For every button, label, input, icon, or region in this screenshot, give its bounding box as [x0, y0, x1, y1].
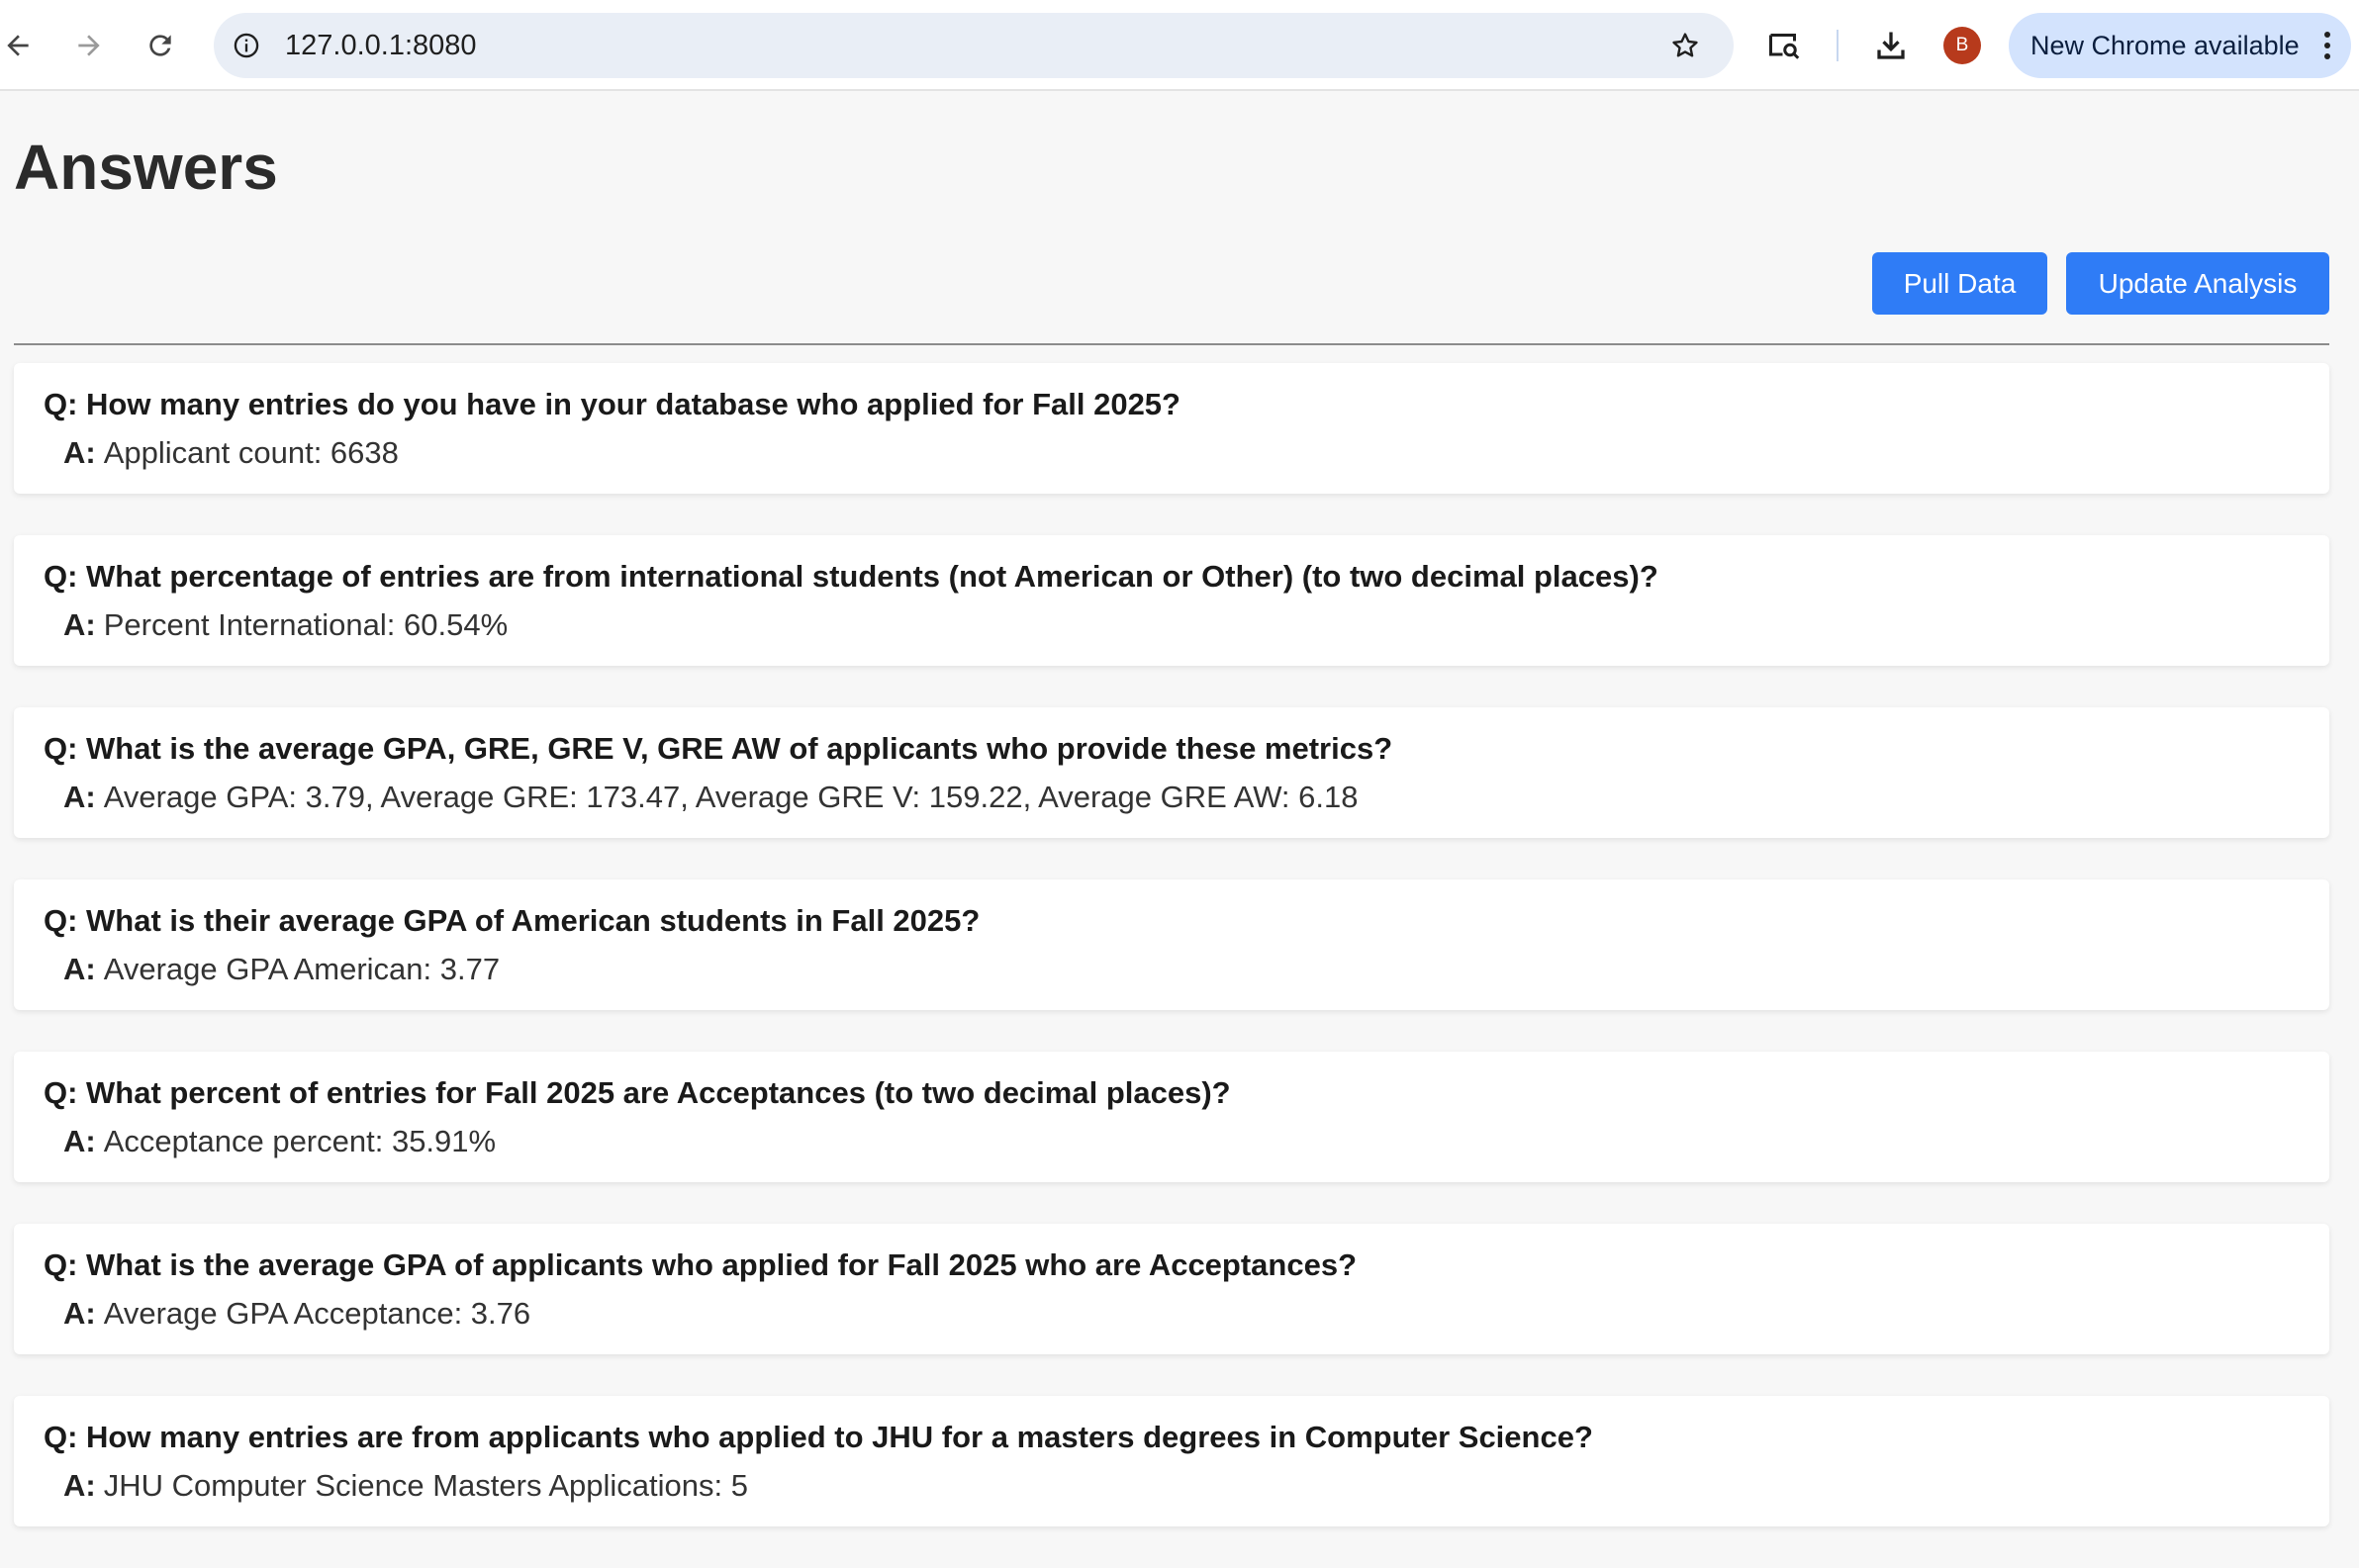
search-tab-icon[interactable]	[1761, 23, 1807, 68]
chrome-update-button[interactable]: New Chrome available	[2009, 13, 2351, 78]
qa-card: Q: What percent of entries for Fall 2025…	[14, 1052, 2329, 1182]
answer-text: Applicant count: 6638	[103, 435, 399, 470]
download-icon[interactable]	[1868, 23, 1914, 68]
answer-label: A:	[63, 1124, 96, 1158]
toolbar-separator	[1837, 30, 1839, 61]
chrome-update-label: New Chrome available	[2030, 31, 2300, 60]
site-info-icon[interactable]	[228, 27, 265, 64]
answer-row: A: Acceptance percent: 35.91%	[63, 1124, 496, 1159]
bookmark-star-icon[interactable]	[1666, 27, 1704, 64]
answer-text: JHU Computer Science Masters Application…	[103, 1468, 748, 1503]
qa-card: Q: What percentage of entries are from i…	[14, 535, 2329, 666]
question-text: Q: What percentage of entries are from i…	[44, 559, 1658, 594]
answer-row: A: Percent International: 60.54%	[63, 607, 508, 643]
page-title: Answers	[14, 132, 278, 203]
address-bar[interactable]: 127.0.0.1:8080	[214, 13, 1734, 78]
question-text: Q: What is the average GPA of applicants…	[44, 1247, 1358, 1282]
answer-label: A:	[63, 1296, 96, 1331]
question-text: Q: What is their average GPA of American…	[44, 903, 981, 938]
question-text: Q: What percent of entries for Fall 2025…	[44, 1075, 1231, 1110]
answer-text: Average GPA: 3.79, Average GRE: 173.47, …	[103, 780, 1359, 814]
update-analysis-button[interactable]: Update Analysis	[2066, 252, 2329, 315]
answer-row: A: Average GPA: 3.79, Average GRE: 173.47…	[63, 780, 1359, 815]
answer-label: A:	[63, 435, 96, 470]
answer-label: A:	[63, 952, 96, 986]
answer-label: A:	[63, 1468, 96, 1503]
answer-label: A:	[63, 780, 96, 814]
url-text[interactable]: 127.0.0.1:8080	[285, 13, 477, 78]
answer-row: A: Average GPA American: 3.77	[63, 952, 500, 987]
qa-list: Q: How many entries do you have in your …	[14, 363, 2329, 1568]
answer-text: Average GPA American: 3.77	[103, 952, 501, 986]
qa-card: Q: How many entries do you have in your …	[14, 363, 2329, 494]
qa-card: Q: What is the average GPA of applicants…	[14, 1224, 2329, 1354]
qa-card: Q: What is the average GPA, GRE, GRE V, …	[14, 707, 2329, 838]
pull-data-button[interactable]: Pull Data	[1872, 252, 2047, 315]
forward-arrow-icon[interactable]	[65, 22, 113, 69]
profile-avatar[interactable]: B	[1943, 27, 1981, 64]
question-text: Q: How many entries are from applicants …	[44, 1420, 1593, 1454]
browser-toolbar: 127.0.0.1:8080 B New Chrome available	[0, 0, 2359, 91]
qa-card: Q: What is their average GPA of American…	[14, 879, 2329, 1010]
answer-row: A: JHU Computer Science Masters Applicati…	[63, 1468, 748, 1504]
back-arrow-icon[interactable]	[0, 22, 42, 69]
more-vert-icon[interactable]	[2315, 26, 2339, 65]
answer-text: Average GPA Acceptance: 3.76	[103, 1296, 531, 1331]
answer-text: Acceptance percent: 35.91%	[103, 1124, 497, 1158]
page-content: Answers Pull Data Update Analysis Q: How…	[0, 91, 2359, 1547]
header-divider	[14, 343, 2329, 345]
qa-card: Q: How many entries are from applicants …	[14, 1396, 2329, 1526]
answer-label: A:	[63, 607, 96, 642]
reload-icon[interactable]	[137, 22, 184, 69]
question-text: Q: What is the average GPA, GRE, GRE V, …	[44, 731, 1393, 766]
answer-text: Percent International: 60.54%	[103, 607, 509, 642]
answer-row: A: Applicant count: 6638	[63, 435, 399, 471]
answer-row: A: Average GPA Acceptance: 3.76	[63, 1296, 530, 1332]
question-text: Q: How many entries do you have in your …	[44, 387, 1180, 421]
